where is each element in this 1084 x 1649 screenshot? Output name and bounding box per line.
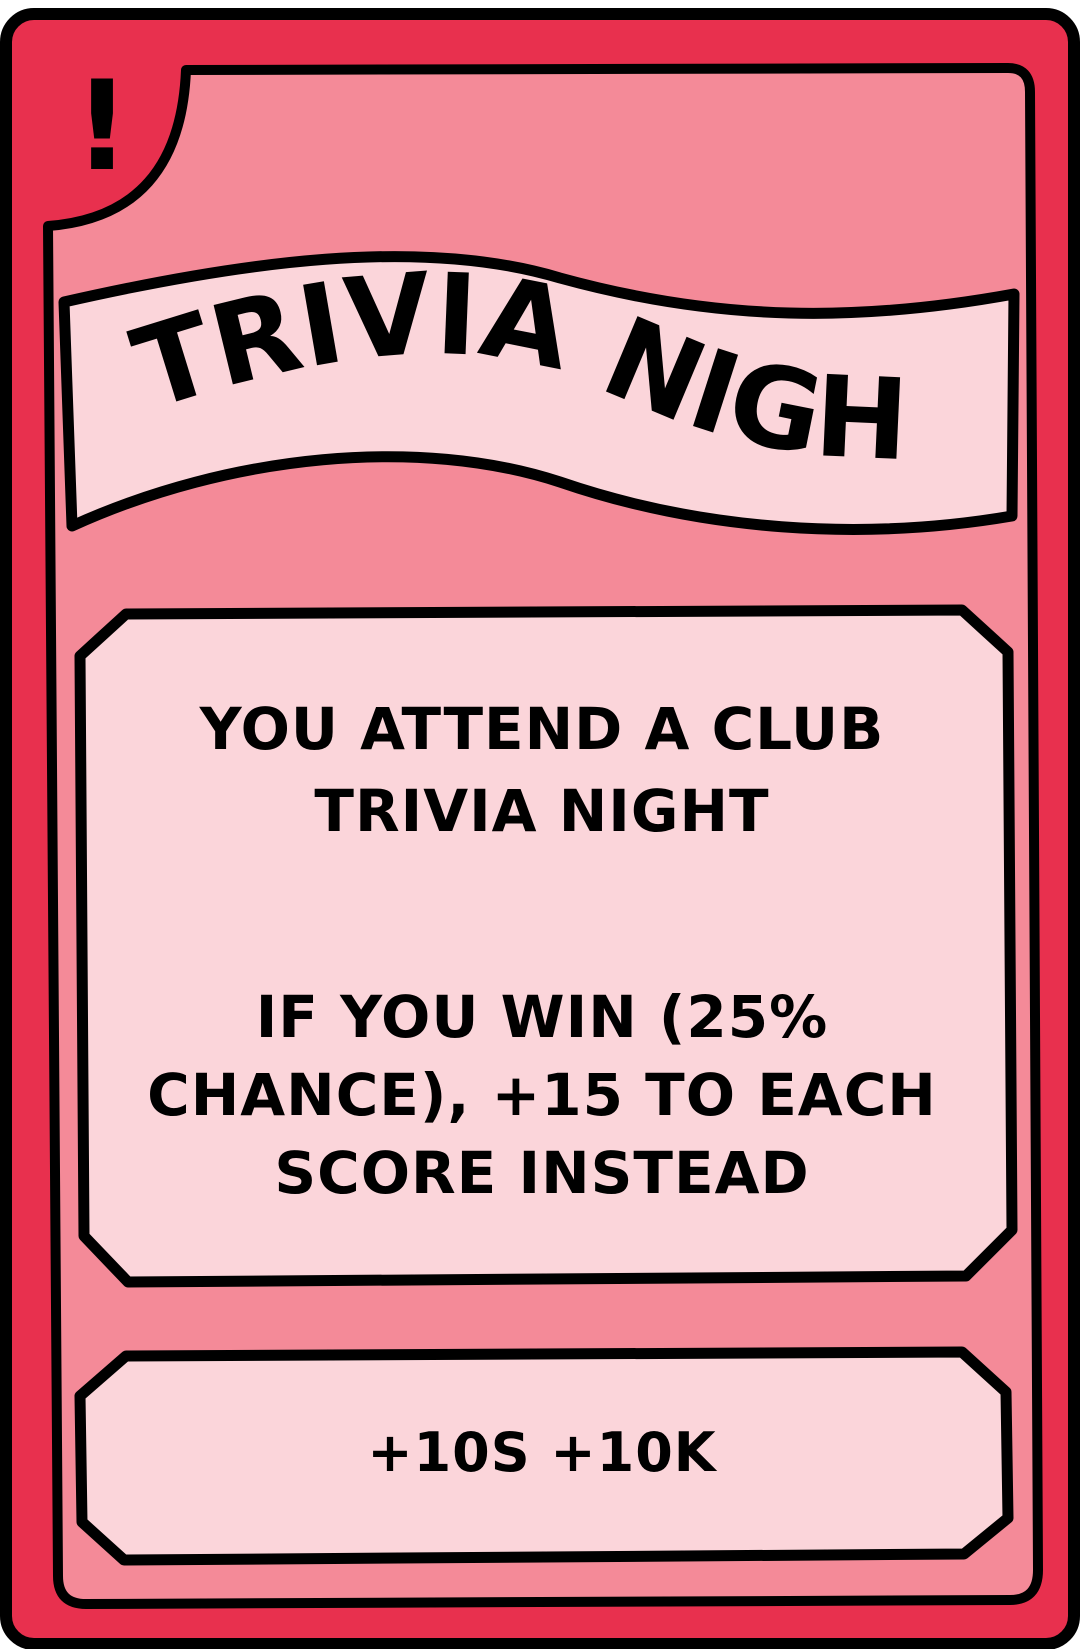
exclamation-icon: !: [73, 55, 131, 199]
card-description: YOU ATTEND A CLUB TRIVIA NIGHT: [199, 695, 885, 845]
card-effect-text: IF YOU WIN (25% CHANCE), +15 TO EACH SCO…: [147, 983, 937, 1207]
card-reward: +10S +10K: [367, 1421, 717, 1484]
